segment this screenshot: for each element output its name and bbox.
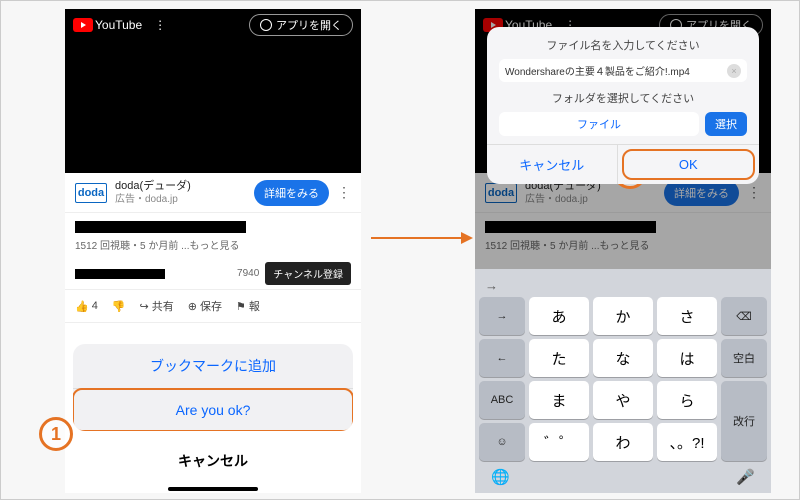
key-ya[interactable]: や [593, 381, 653, 419]
like-button[interactable]: 👍 4 [75, 300, 98, 313]
share-button[interactable]: ↪ 共有 [140, 298, 174, 314]
redacted-text [75, 221, 246, 233]
kb-candidate-arrow[interactable]: → [485, 278, 498, 293]
report-button[interactable]: ⚑ 報 [236, 298, 260, 314]
dialog-ok-button[interactable]: OK [622, 149, 756, 180]
youtube-logo[interactable]: YouTube [73, 18, 142, 32]
ad-title: doda(デューダ) [115, 179, 246, 193]
key-ka[interactable]: か [593, 297, 653, 335]
youtube-logo-text: YouTube [95, 18, 142, 32]
action-sheet: ブックマークに追加 Are you ok? キャンセル [73, 344, 353, 483]
subscriber-count: 7940 [237, 268, 259, 279]
key-forward[interactable]: → [479, 297, 525, 335]
globe-icon[interactable]: 🌐 [491, 468, 510, 486]
key-ma[interactable]: ま [529, 381, 589, 419]
phone-screen-1: YouTube ⋮ アプリを開く doda doda(デューダ) 広告・doda… [65, 9, 361, 493]
ad-cta-button[interactable]: 詳細をみる [254, 180, 329, 206]
key-ra[interactable]: ら [657, 381, 717, 419]
phone-screen-2: YouTube ⋮ アプリを開く doda doda(デューダ) 広告・doda… [475, 9, 771, 493]
channel-name-redacted [75, 269, 165, 279]
keyboard-grid: → あ か さ ⌫ ← た な は 空白 ABC ま や ら 改行 ☺ ゛゜ わ… [479, 297, 767, 461]
key-dakuten[interactable]: ゛゜ [529, 423, 589, 461]
video-player[interactable] [65, 41, 361, 173]
dislike-button[interactable]: 👎 [112, 300, 126, 313]
key-a[interactable]: あ [529, 297, 589, 335]
home-indicator [168, 487, 258, 491]
areyouok-option[interactable]: Are you ok? [73, 388, 353, 431]
youtube-header: YouTube ⋮ アプリを開く [65, 9, 361, 41]
ad-more-icon[interactable]: ⋮ [337, 184, 351, 201]
key-ha[interactable]: は [657, 339, 717, 377]
video-meta: 1512 回視聴・5 か月前 ...もっと見る [65, 235, 361, 258]
step-1-callout: 1 [39, 417, 73, 451]
key-ta[interactable]: た [529, 339, 589, 377]
action-bar: 👍 4 👎 ↪ 共有 ⊕ 保存 ⚑ 報 [65, 290, 361, 323]
key-abc[interactable]: ABC [479, 381, 525, 419]
channel-row: 7940 チャンネル登録 [65, 258, 361, 290]
video-title [65, 213, 361, 235]
dialog-cancel-button[interactable]: キャンセル [487, 145, 618, 184]
bookmark-option[interactable]: ブックマークに追加 [73, 344, 353, 389]
key-na[interactable]: な [593, 339, 653, 377]
key-wa[interactable]: わ [593, 423, 653, 461]
ad-banner: doda doda(デューダ) 広告・doda.jp 詳細をみる ⋮ [65, 173, 361, 213]
subscribe-button[interactable]: チャンネル登録 [265, 262, 351, 285]
flow-arrow-icon [371, 237, 471, 239]
filename-input[interactable]: Wondershareの主要４製品をご紹介!.mp4 × [499, 59, 747, 82]
key-sa[interactable]: さ [657, 297, 717, 335]
sheet-cancel-button[interactable]: キャンセル [73, 439, 353, 483]
filename-value: Wondershareの主要４製品をご紹介!.mp4 [505, 63, 690, 78]
save-button[interactable]: ⊕ 保存 [188, 298, 222, 314]
ad-logo: doda [75, 183, 107, 203]
key-emoji[interactable]: ☺ [479, 423, 525, 461]
key-back[interactable]: ← [479, 339, 525, 377]
dialog-filename-label: ファイル名を入力してください [499, 37, 747, 53]
ad-subtitle: 広告・doda.jp [115, 193, 246, 206]
folder-select-button[interactable]: 選択 [705, 112, 747, 136]
key-space[interactable]: 空白 [721, 339, 767, 377]
ios-keyboard: → → あ か さ ⌫ ← た な は 空白 ABC ま や ら 改行 ☺ ゛゜… [475, 269, 771, 493]
header-menu-icon[interactable]: ⋮ [154, 18, 166, 32]
open-in-app-button[interactable]: アプリを開く [249, 14, 353, 36]
key-backspace[interactable]: ⌫ [721, 297, 767, 335]
mic-icon[interactable]: 🎤 [736, 468, 755, 486]
key-return[interactable]: 改行 [721, 381, 767, 461]
filename-dialog: ファイル名を入力してください Wondershareの主要４製品をご紹介!.mp… [487, 27, 759, 184]
folder-display[interactable]: ファイル [499, 112, 699, 136]
key-punct[interactable]: 、。?! [657, 423, 717, 461]
youtube-play-icon [73, 18, 93, 32]
dialog-folder-label: フォルダを選択してください [499, 90, 747, 106]
clear-input-icon[interactable]: × [727, 64, 741, 78]
